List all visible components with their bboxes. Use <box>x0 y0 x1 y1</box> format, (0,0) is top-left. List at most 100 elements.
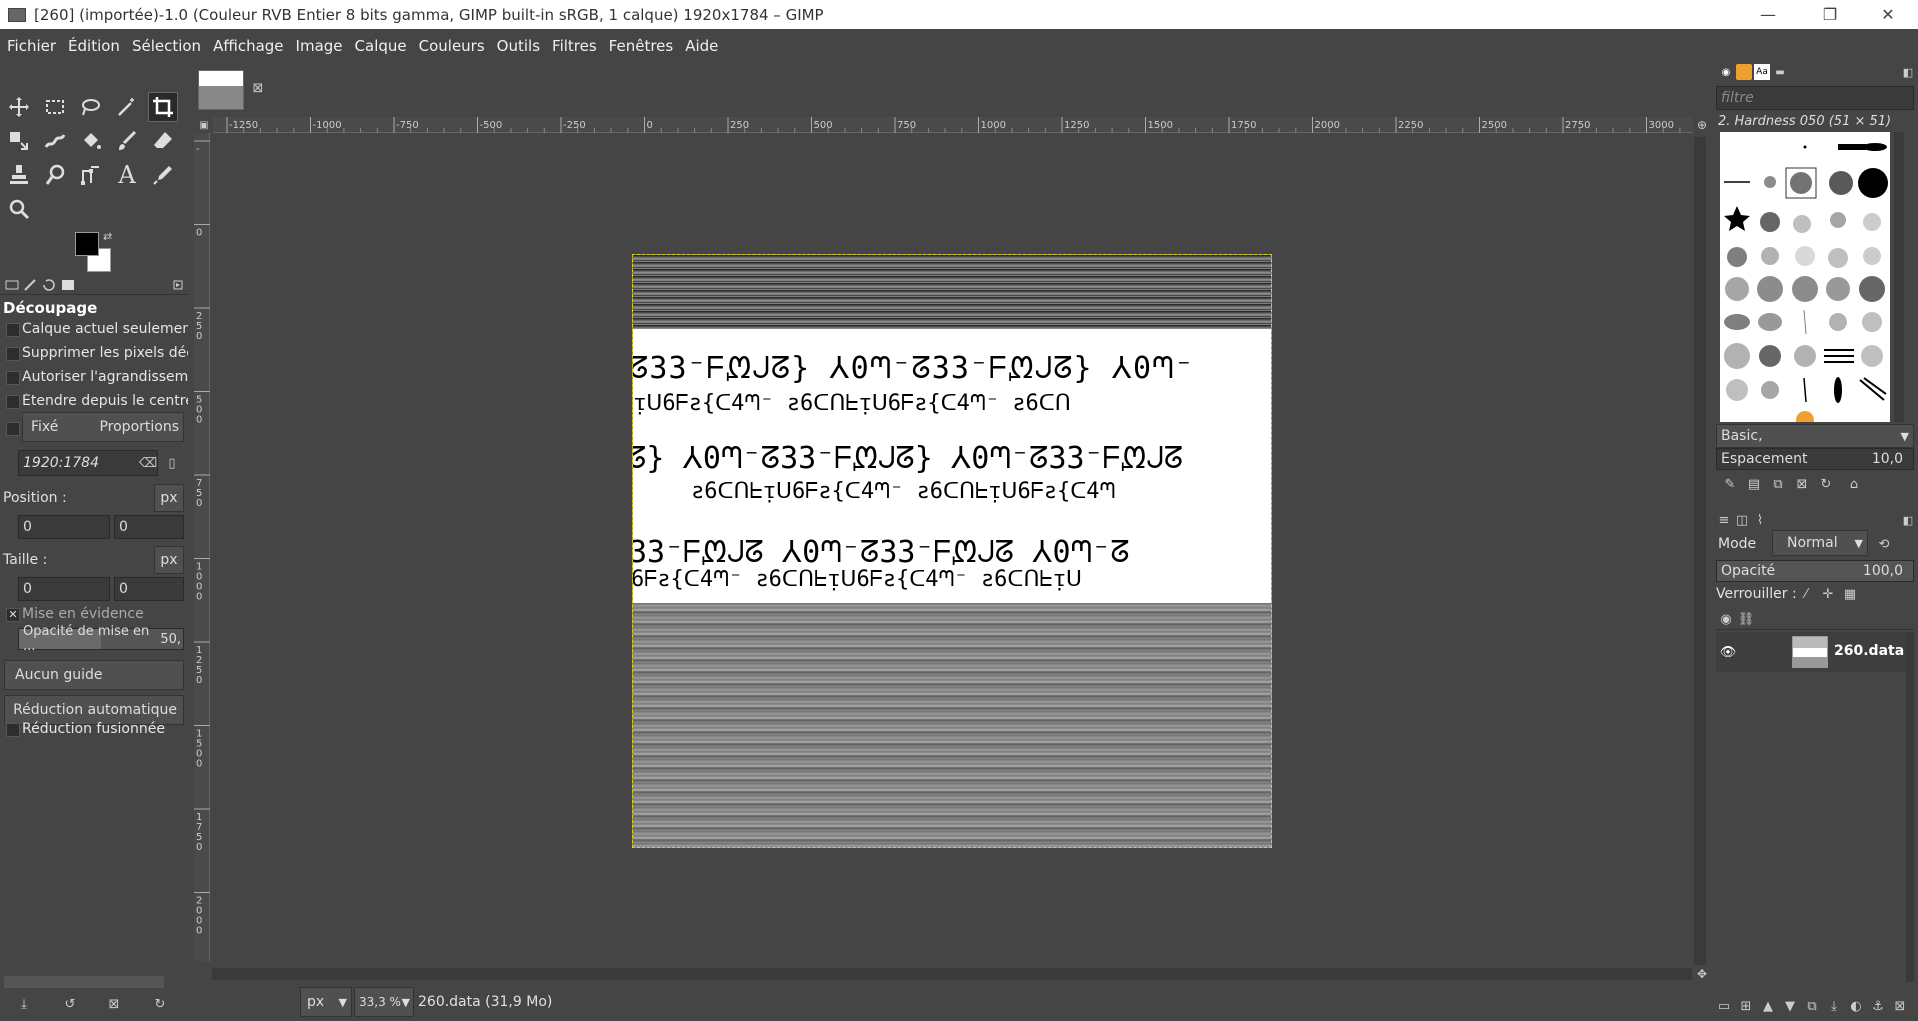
layer-mask-icon[interactable]: ◐ <box>1848 998 1864 1014</box>
allow-growing-checkbox[interactable] <box>6 371 20 385</box>
left-dock-scrollbar[interactable] <box>4 976 164 988</box>
menu-filtres[interactable]: Filtres <box>547 37 602 55</box>
highlight-checkbox[interactable]: ✕ <box>6 608 20 622</box>
layers-scrollbar[interactable] <box>1906 632 1914 982</box>
open-brush-folder-icon[interactable]: ⌂ <box>1846 476 1862 492</box>
save-options-icon[interactable]: ⤓ <box>16 996 32 1012</box>
fonts-tab-icon[interactable]: Aa <box>1754 64 1770 80</box>
eraser-icon[interactable] <box>148 126 178 156</box>
duplicate-brush-icon[interactable]: ⧉ <box>1770 476 1786 492</box>
position-x-field[interactable]: 0 <box>18 515 110 539</box>
delete-options-icon[interactable]: ⊠ <box>106 996 122 1012</box>
maximize-button[interactable]: ❐ <box>1808 0 1852 29</box>
foreground-color-swatch[interactable] <box>75 232 99 256</box>
lower-layer-icon[interactable]: ▼ <box>1782 998 1798 1014</box>
edit-brush-icon[interactable]: ✎ <box>1722 476 1738 492</box>
guides-combo[interactable]: Aucun guide <box>4 660 184 690</box>
canvas-horizontal-scrollbar[interactable] <box>212 968 1692 980</box>
zoom-icon[interactable] <box>4 194 34 224</box>
ratio-preset-icon[interactable]: ▯ <box>164 455 180 471</box>
lock-alpha-icon[interactable]: ▦ <box>1842 586 1858 602</box>
menu-aide[interactable]: Aide <box>680 37 723 55</box>
brush-preset-combo[interactable]: Basic, ▼ <box>1716 424 1914 448</box>
quick-mask-icon[interactable]: ▣ <box>196 117 212 133</box>
configure-tab-icon[interactable] <box>170 277 186 293</box>
raise-layer-icon[interactable]: ▲ <box>1760 998 1776 1014</box>
menu-outils[interactable]: Outils <box>492 37 545 55</box>
swap-colors-icon[interactable]: ⇄ <box>103 230 112 243</box>
layer-row[interactable]: 👁 260.data <box>1716 632 1914 672</box>
merge-layer-icon[interactable]: ⤓ <box>1826 998 1842 1014</box>
unit-combo[interactable]: px ▼ <box>300 987 352 1017</box>
brush-grid[interactable] <box>1720 132 1890 429</box>
rect-select-icon[interactable] <box>40 92 70 122</box>
ratio-field[interactable]: 1920:1784 <box>18 450 158 476</box>
text-tool-icon[interactable]: A <box>112 160 142 190</box>
restore-options-icon[interactable]: ↺ <box>62 996 78 1012</box>
fixed-checkbox[interactable] <box>6 422 20 436</box>
paths-icon[interactable] <box>76 160 106 190</box>
new-layer-group-icon[interactable]: ⊞ <box>1738 998 1754 1014</box>
color-picker-icon[interactable] <box>148 160 178 190</box>
shrink-merged-checkbox[interactable] <box>6 723 20 737</box>
zoom-follow-icon[interactable]: ⊕ <box>1694 117 1710 133</box>
image-canvas[interactable]: ᘔ33⁻ᖴᘻᒍᘔ} ⅄0ᘉ⁻ᘔ33⁻ᖴᘻᒍᘔ} ⅄0ᘉ⁻ ᴉᑌ6ᖴƨ{ᑕ4ᘉ⁻ … <box>632 254 1272 848</box>
configure-tab-icon[interactable]: ◧ <box>1900 64 1916 80</box>
brush-spacing-slider[interactable]: Espacement 10,0 <box>1716 448 1914 470</box>
reset-options-icon[interactable]: ↻ <box>152 996 168 1012</box>
menu-calque[interactable]: Calque <box>350 37 412 55</box>
move-tool-icon[interactable] <box>4 92 34 122</box>
brush-grid-scrollbar[interactable] <box>1894 132 1904 422</box>
documents-tab-icon[interactable]: ▬ <box>1772 64 1788 80</box>
canvas-vertical-scrollbar[interactable] <box>1694 137 1706 965</box>
clear-ratio-icon[interactable]: ⌫ <box>139 455 157 471</box>
bucket-fill-icon[interactable] <box>76 126 106 156</box>
channels-tab-icon[interactable]: ◫ <box>1734 512 1750 528</box>
close-image-tab-icon[interactable]: ⊠ <box>250 80 266 96</box>
transform-icon[interactable] <box>4 126 34 156</box>
current-layer-only-checkbox[interactable] <box>6 323 20 337</box>
refresh-brushes-icon[interactable]: ↻ <box>1818 476 1834 492</box>
images-tab-icon[interactable] <box>60 277 76 293</box>
clone-icon[interactable] <box>4 160 34 190</box>
crop-tool-icon[interactable] <box>148 92 178 122</box>
warp-icon[interactable] <box>40 126 70 156</box>
device-status-tab-icon[interactable] <box>22 277 38 293</box>
delete-brush-icon[interactable]: ⊠ <box>1794 476 1810 492</box>
paths-tab-icon[interactable]: ⌇ <box>1752 512 1768 528</box>
eye-icon[interactable]: 👁 <box>1720 644 1737 660</box>
position-unit-combo[interactable]: px <box>154 484 184 512</box>
brush-filter-input[interactable]: filtre <box>1716 86 1914 110</box>
anchor-layer-icon[interactable]: ⚓ <box>1870 998 1886 1014</box>
highlight-opacity-slider[interactable]: Opacité de mise en ... 50, <box>18 624 184 654</box>
fixed-aspect-combo[interactable]: Fixé Proportions <box>22 412 184 442</box>
new-brush-icon[interactable]: ▤ <box>1746 476 1762 492</box>
menu-fichier[interactable]: Fichier <box>2 37 61 55</box>
undo-history-tab-icon[interactable] <box>40 277 56 293</box>
navigate-icon[interactable]: ✥ <box>1694 966 1710 982</box>
tool-options-tab-icon[interactable] <box>4 277 20 293</box>
size-w-field[interactable]: 0 <box>18 577 110 601</box>
zoom-combo[interactable]: 33,3 % ▼ <box>354 987 414 1017</box>
brushes-tab-icon[interactable]: ◉ <box>1718 64 1734 80</box>
fuzzy-select-icon[interactable] <box>112 92 142 122</box>
new-layer-icon[interactable]: ▭ <box>1716 998 1732 1014</box>
position-y-field[interactable]: 0 <box>114 515 184 539</box>
lock-pixels-icon[interactable]: ⁄ <box>1798 586 1814 602</box>
fg-bg-colors[interactable]: ⇄ <box>73 230 123 275</box>
minimize-button[interactable]: — <box>1746 0 1790 29</box>
layer-mode-combo[interactable]: Normal ▼ <box>1772 530 1868 556</box>
layers-tab-icon[interactable]: ≡ <box>1716 512 1732 528</box>
image-tab-thumbnail[interactable] <box>198 70 244 110</box>
paintbrush-icon[interactable] <box>112 126 142 156</box>
lasso-icon[interactable] <box>76 92 106 122</box>
menu-selection[interactable]: Sélection <box>127 37 206 55</box>
duplicate-layer-icon[interactable]: ⧉ <box>1804 998 1820 1014</box>
lock-position-icon[interactable]: ✛ <box>1820 586 1836 602</box>
patterns-tab-icon[interactable] <box>1736 64 1752 80</box>
size-unit-combo[interactable]: px <box>154 546 184 574</box>
delete-pixels-checkbox[interactable] <box>6 347 20 361</box>
menu-couleurs[interactable]: Couleurs <box>414 37 490 55</box>
expand-center-checkbox[interactable] <box>6 395 20 409</box>
menu-edition[interactable]: Édition <box>63 37 125 55</box>
